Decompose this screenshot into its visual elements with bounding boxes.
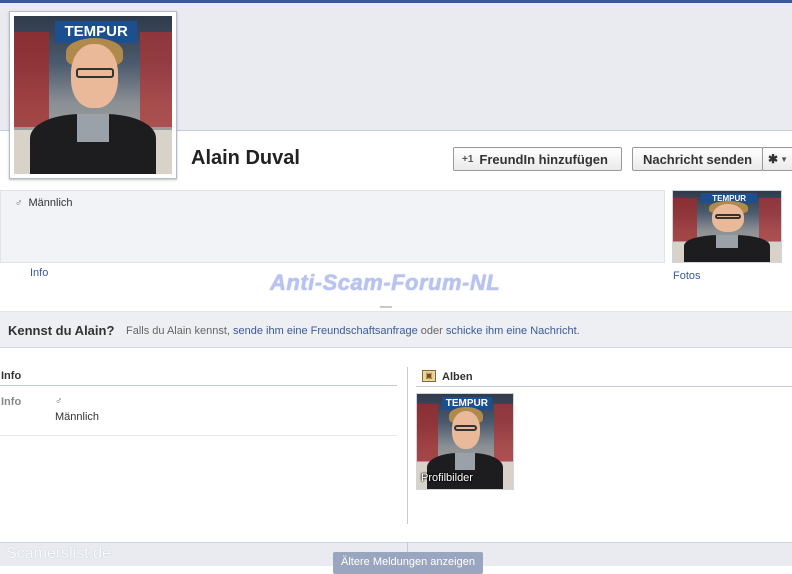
male-icon: ♂	[15, 198, 23, 209]
column-divider	[407, 367, 408, 524]
add-friend-icon: +1	[462, 153, 474, 165]
divider	[0, 385, 397, 386]
photos-thumbnail[interactable]: TEMPUR	[672, 190, 782, 263]
info-summary-box	[0, 190, 665, 263]
profile-picture: TEMPUR	[14, 16, 172, 174]
know-person-text: Falls du Alain kennst, sende ihm eine Fr…	[126, 325, 580, 337]
settings-dropdown-button[interactable]: ✱ ▼	[762, 147, 792, 171]
info-section-heading: Info	[1, 370, 22, 382]
gear-icon: ✱	[768, 152, 779, 166]
albums-section-heading: Alben	[442, 371, 473, 383]
profile-name: Alain Duval	[191, 147, 300, 169]
add-friend-button[interactable]: +1 FreundIn hinzufügen	[453, 147, 622, 171]
divider	[416, 386, 792, 387]
profile-photo[interactable]: TEMPUR	[9, 11, 177, 179]
album-icon: ▣	[422, 370, 436, 382]
album-label: Profilbilder	[421, 472, 473, 484]
know-person-title: Kennst du Alain?	[8, 323, 115, 338]
show-older-posts-button[interactable]: Ältere Meldungen anzeigen	[333, 552, 483, 574]
gender-summary-value: Männlich	[28, 197, 73, 209]
send-message-button[interactable]: Nachricht senden	[632, 147, 763, 171]
tab-fotos[interactable]: Fotos	[673, 270, 701, 282]
watermark-overlay: Anti-Scam-Forum-NL	[270, 270, 501, 295]
scroll-indicator	[380, 306, 392, 308]
info-row-label: Info	[1, 396, 22, 408]
footer-watermark: Scamerslist.de	[6, 545, 111, 562]
send-friend-request-link[interactable]: sende ihm eine Freundschaftsanfrage	[233, 325, 418, 337]
send-message-link[interactable]: schicke ihm eine Nachricht	[446, 325, 577, 337]
send-message-label: Nachricht senden	[642, 151, 753, 167]
male-icon: ♂	[55, 396, 63, 407]
info-row-value: Männlich	[55, 411, 100, 423]
tab-info[interactable]: Info	[30, 267, 48, 279]
divider	[0, 435, 397, 436]
gender-summary: ♂ Männlich	[15, 197, 73, 209]
chevron-down-icon: ▼	[780, 154, 788, 164]
add-friend-label: FreundIn hinzufügen	[479, 151, 608, 167]
